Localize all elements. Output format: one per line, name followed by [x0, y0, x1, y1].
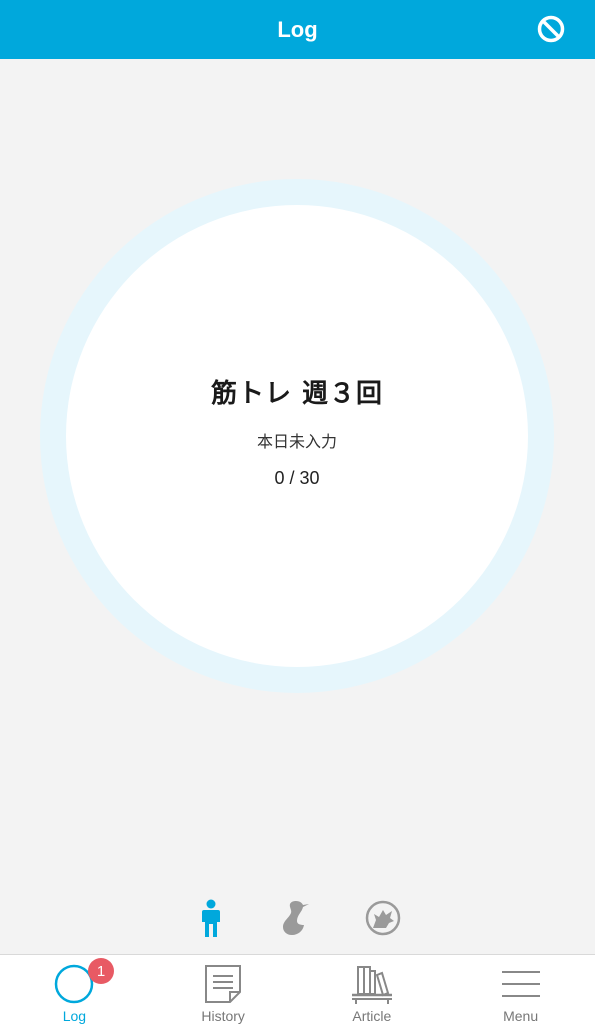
notification-badge: 1	[88, 958, 114, 984]
tab-log-label: Log	[62, 1008, 87, 1024]
tab-history[interactable]: History	[149, 955, 298, 1024]
tab-menu[interactable]: Menu	[446, 955, 595, 1024]
tab-menu-label: Menu	[503, 1008, 539, 1024]
tab-article[interactable]: Article	[298, 955, 447, 1024]
bookshelf-icon	[349, 961, 395, 1006]
screen: Log 筋トレ 週３回 本日未入力 0 / 30 Log 1 History A…	[0, 0, 595, 1024]
page-title: Log	[277, 16, 318, 42]
prohibited-button[interactable]	[535, 13, 567, 45]
tab-log[interactable]: Log 1	[0, 955, 149, 1024]
character-selector	[0, 898, 595, 938]
tab-article-label: Article	[352, 1008, 392, 1024]
bird-icon	[283, 901, 309, 935]
goal-status: 本日未入力	[256, 432, 337, 451]
person-icon	[202, 899, 220, 937]
goal-title: 筋トレ 週３回	[210, 379, 384, 409]
header-bar: Log	[0, 0, 595, 59]
wolf-icon	[365, 900, 401, 936]
goal-card[interactable]: 筋トレ 週３回 本日未入力 0 / 30	[66, 205, 528, 667]
character-wolf-button[interactable]	[363, 898, 403, 938]
character-bird-button[interactable]	[276, 898, 316, 938]
document-icon	[200, 961, 246, 1006]
prohibited-icon	[537, 15, 565, 43]
character-person-button[interactable]	[191, 898, 231, 938]
tab-history-label: History	[201, 1008, 245, 1024]
tab-bar: Log 1 History Article Menu	[0, 954, 595, 1024]
goal-count: 0 / 30	[274, 468, 320, 488]
hamburger-icon	[498, 961, 544, 1006]
